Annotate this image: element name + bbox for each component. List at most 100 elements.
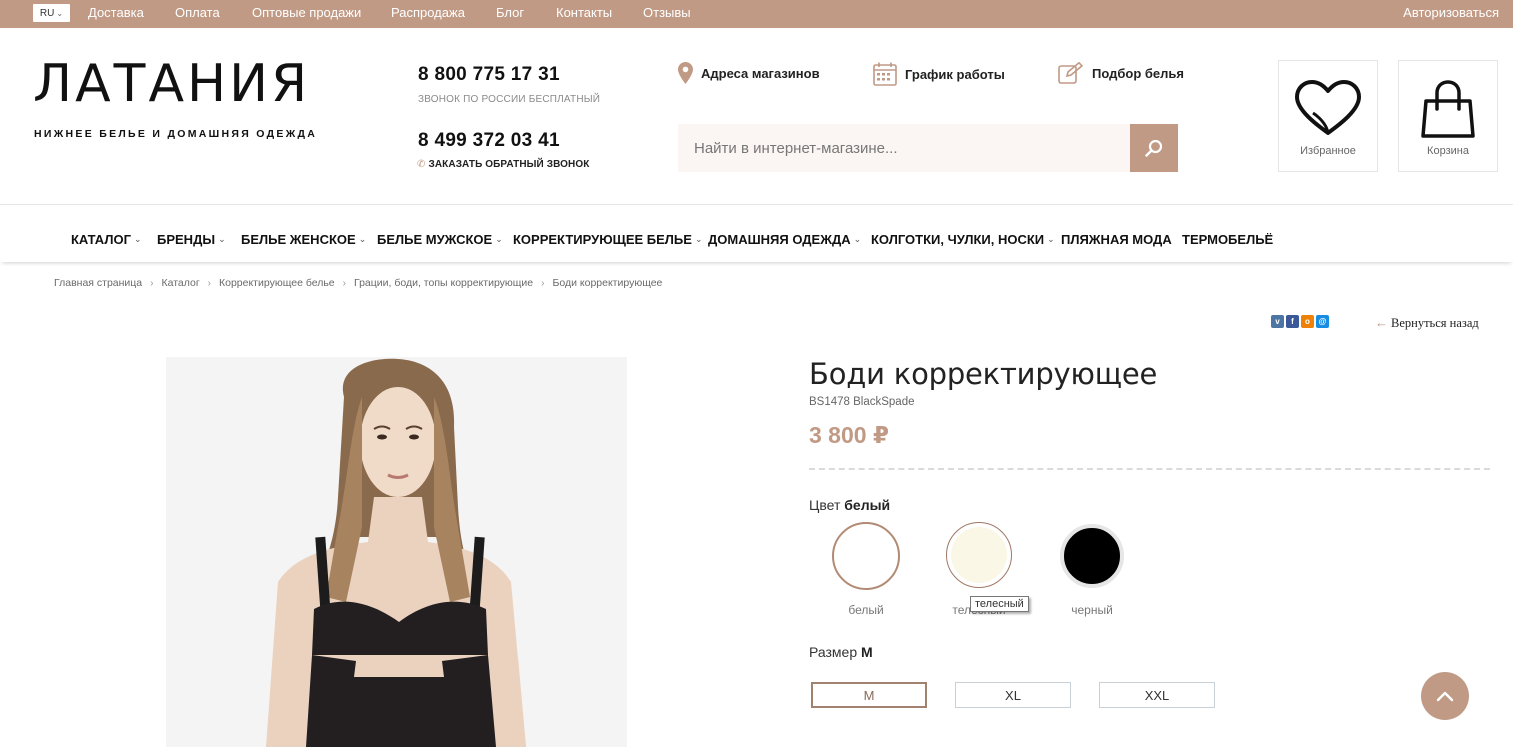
nav-label: КОЛГОТКИ, ЧУЛКИ, НОСКИ [871, 232, 1045, 247]
callback-link[interactable]: ✆ ЗАКАЗАТЬ ОБРАТНЫЙ ЗВОНОК [417, 159, 589, 170]
fitting-label: Подбор белья [1092, 65, 1184, 81]
schedule-label: График работы [905, 66, 1005, 82]
nav-home[interactable]: ДОМАШНЯЯ ОДЕЖДА ⌄ [708, 232, 861, 247]
search-input[interactable] [678, 124, 1130, 172]
top-link-blog[interactable]: Блог [496, 5, 524, 20]
size-selected: M [861, 644, 873, 660]
nav-label: БЕЛЬЕ МУЖСКОЕ [377, 232, 493, 247]
chevron-right-icon: › [541, 277, 545, 289]
nav-beach[interactable]: ПЛЯЖНАЯ МОДА [1061, 232, 1172, 247]
top-link-sale[interactable]: Распродажа [391, 5, 465, 20]
chevron-down-icon: ⌄ [694, 234, 703, 244]
chevron-down-icon: ⌄ [1047, 234, 1055, 244]
product-price: 3 800 ₽ [809, 422, 889, 448]
top-link-wholesale[interactable]: Оптовые продажи [252, 5, 361, 20]
nav-catalog[interactable]: КАТАЛОГ ⌄ [71, 232, 142, 247]
color-swatch-black[interactable] [1060, 524, 1124, 588]
chevron-down-icon: ⌄ [853, 234, 862, 244]
color-swatch-white[interactable] [832, 522, 900, 590]
calendar-icon [873, 62, 897, 86]
top-link-payment[interactable]: Оплата [175, 5, 220, 20]
nav-thermo[interactable]: ТЕРМОБЕЛЬЁ [1182, 232, 1273, 247]
chevron-up-icon [1436, 691, 1454, 702]
search-icon [1145, 139, 1163, 157]
phone-primary-note: ЗВОНОК ПО РОССИИ БЕСПЛАТНЫЙ [418, 94, 601, 105]
favorites-button[interactable]: Избранное [1278, 60, 1378, 172]
location-pin-icon [678, 62, 693, 84]
breadcrumb: Главная страница › Каталог › Корректирую… [54, 277, 662, 289]
scroll-top-button[interactable] [1421, 672, 1469, 720]
favorites-label: Избранное [1300, 145, 1356, 157]
chevron-right-icon: › [342, 277, 346, 289]
nav-label: КОРРЕКТИРУЮЩЕЕ БЕЛЬЕ [513, 232, 692, 247]
search-button[interactable] [1130, 124, 1178, 172]
phone-secondary[interactable]: 8 499 372 03 41 [418, 130, 560, 152]
share-buttons: v f o @ [1271, 315, 1329, 328]
callback-label: ЗАКАЗАТЬ ОБРАТНЫЙ ЗВОНОК [428, 159, 590, 170]
vk-icon[interactable]: v [1271, 315, 1284, 328]
heart-icon [1295, 80, 1361, 135]
color-name-white: белый [848, 603, 884, 617]
login-link[interactable]: Авторизоваться [1403, 5, 1499, 20]
chevron-down-icon: ⌄ [358, 234, 367, 244]
product-image[interactable] [166, 357, 627, 747]
main-nav: КАТАЛОГ ⌄ БРЕНДЫ ⌄ БЕЛЬЕ ЖЕНСКОЕ ⌄ БЕЛЬЕ МУ… [0, 204, 1513, 262]
schedule-link[interactable]: График работы [873, 62, 1005, 86]
arrow-left-icon: ← [1375, 315, 1388, 330]
color-selected: белый [844, 497, 891, 513]
breadcrumb-home[interactable]: Главная страница [54, 277, 142, 289]
stores-link[interactable]: Адреса магазинов [678, 62, 820, 84]
size-label-text: Размер [809, 644, 858, 660]
logo[interactable]: ЛАТАНИЯ [33, 58, 310, 110]
product-photo [166, 357, 627, 747]
breadcrumb-current: Боди корректирующее [552, 277, 663, 289]
mailru-icon[interactable]: @ [1316, 315, 1329, 328]
stores-label: Адреса магазинов [701, 65, 820, 81]
phone-icon: ✆ [417, 159, 426, 170]
color-name-black: черный [1071, 603, 1113, 617]
size-option-xl[interactable]: XL [955, 682, 1071, 708]
color-swatch-nude[interactable] [946, 522, 1012, 588]
top-link-reviews[interactable]: Отзывы [643, 5, 691, 20]
top-link-contacts[interactable]: Контакты [556, 5, 612, 20]
chevron-down-icon: ⌄ [56, 8, 64, 18]
nav-label: БЕЛЬЕ ЖЕНСКОЕ [241, 232, 356, 247]
facebook-icon[interactable]: f [1286, 315, 1299, 328]
size-option-m[interactable]: M [811, 682, 927, 708]
breadcrumb-catalog[interactable]: Каталог [161, 277, 199, 289]
cart-button[interactable]: Корзина [1398, 60, 1498, 172]
size-option-xxl[interactable]: XXL [1099, 682, 1215, 708]
product-sku: BS1478 BlackSpade [809, 396, 915, 408]
shopping-bag-icon [1421, 80, 1475, 138]
edit-note-icon [1058, 62, 1084, 84]
nav-brands[interactable]: БРЕНДЫ ⌄ [157, 232, 226, 247]
breadcrumb-category[interactable]: Грации, боди, топы корректирующие [354, 277, 533, 289]
nav-shaping[interactable]: КОРРЕКТИРУЮЩЕЕ БЕЛЬЕ ⌄ [513, 232, 703, 247]
back-link[interactable]: ← Вернуться назад [1375, 315, 1479, 331]
color-label-text: Цвет [809, 497, 841, 513]
fitting-link[interactable]: Подбор белья [1058, 62, 1184, 84]
nav-women[interactable]: БЕЛЬЕ ЖЕНСКОЕ ⌄ [241, 232, 366, 247]
cart-label: Корзина [1427, 145, 1469, 157]
odnoklassniki-icon[interactable]: o [1301, 315, 1314, 328]
top-link-delivery[interactable]: Доставка [88, 5, 144, 20]
nav-label: КАТАЛОГ [71, 232, 131, 247]
color-label: Цвет белый [809, 497, 890, 513]
breadcrumb-shaping[interactable]: Корректирующее белье [219, 277, 335, 289]
language-label: RU [39, 7, 55, 19]
nav-tights[interactable]: КОЛГОТКИ, ЧУЛКИ, НОСКИ ⌄ [871, 232, 1055, 247]
chevron-down-icon: ⌄ [133, 234, 142, 244]
phone-primary[interactable]: 8 800 775 17 31 [418, 64, 560, 86]
chevron-right-icon: › [150, 277, 154, 289]
nav-label: ПЛЯЖНАЯ МОДА [1061, 232, 1172, 247]
product-title: Боди корректирующее [809, 357, 1158, 391]
nav-men[interactable]: БЕЛЬЕ МУЖСКОЕ ⌄ [377, 232, 503, 247]
nav-label: ТЕРМОБЕЛЬЁ [1182, 232, 1274, 247]
nav-label: ДОМАШНЯЯ ОДЕЖДА [708, 232, 851, 247]
size-label: Размер M [809, 644, 873, 660]
back-label: Вернуться назад [1391, 315, 1479, 330]
language-selector[interactable]: RU ⌄ [33, 4, 70, 22]
logo-subtitle: НИЖНЕЕ БЕЛЬЕ И ДОМАШНЯЯ ОДЕЖДА [34, 128, 318, 140]
nav-label: БРЕНДЫ [157, 232, 216, 247]
chevron-down-icon: ⌄ [495, 234, 503, 244]
